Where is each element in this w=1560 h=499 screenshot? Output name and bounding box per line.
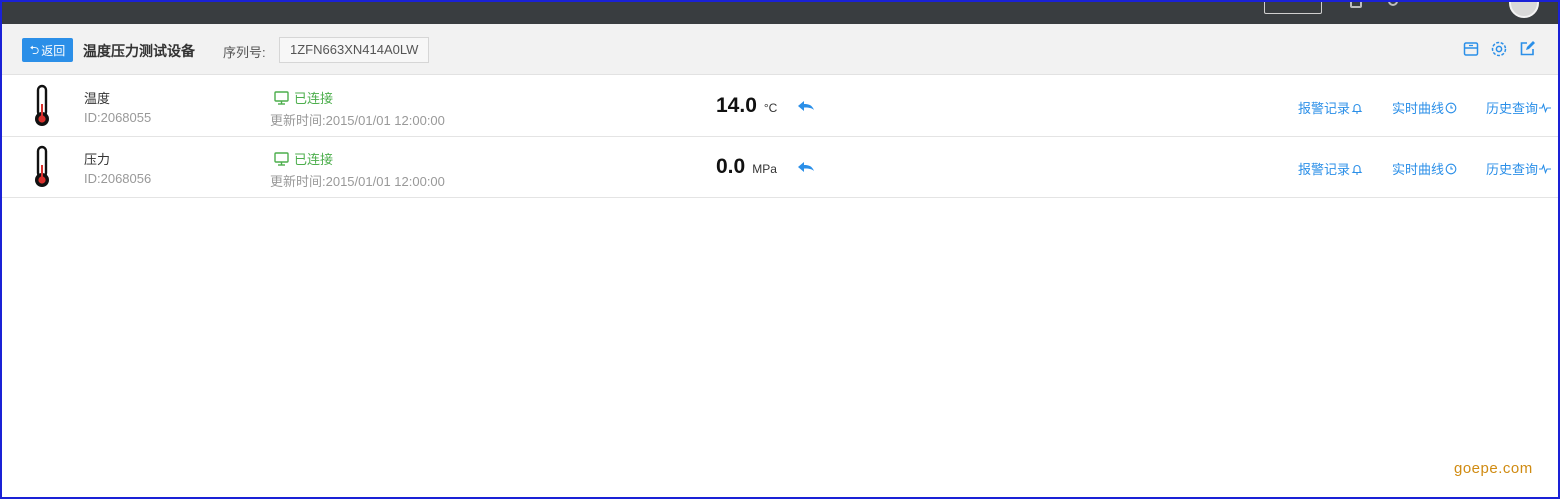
monitor-icon [274,90,289,105]
history-query-link[interactable]: 历史查询 [1486,159,1552,178]
bell-icon[interactable] [1350,2,1362,8]
device-header: ⮌ 返回 温度压力测试设备 序列号: 1ZFN663XN414A0LW [2,24,1558,75]
clock-icon [1445,163,1457,175]
bell-icon [1351,163,1363,175]
realtime-curve-link[interactable]: 实时曲线 [1392,159,1457,178]
reading-unit: MPa [752,162,777,176]
device-id: ID:2068055 [84,110,152,125]
thermometer-icon [30,84,54,128]
realtime-curve-label: 实时曲线 [1392,162,1445,177]
reading-value: 0.0 [716,155,746,178]
device-row: 温度 ID:2068055 已连接 更新时间:2015/01/01 12:00:… [2,76,1558,137]
back-button[interactable]: ⮌ 返回 [22,38,73,62]
alarm-record-label: 报警记录 [1298,162,1351,177]
serial-label: 序列号: [223,45,266,60]
app-window: ⮌ 返回 温度压力测试设备 序列号: 1ZFN663XN414A0LW 温度 I… [0,0,1560,499]
realtime-curve-label: 实时曲线 [1392,101,1445,116]
reply-arrow-icon[interactable] [797,100,815,112]
bell-icon [1351,102,1363,114]
reading-value: 14.0 [716,94,757,117]
reply-arrow-icon[interactable] [797,161,815,173]
history-query-label: 历史查询 [1486,101,1539,116]
watermark: goepe.com [1454,460,1533,477]
gear-icon[interactable] [1490,40,1508,58]
reading: 0.0 MPa [716,155,777,179]
history-query-label: 历史查询 [1486,162,1539,177]
monitor-icon [274,151,289,166]
history-query-link[interactable]: 历史查询 [1486,98,1552,117]
return-arrow-icon: ⮌ [29,43,40,57]
update-time: 更新时间:2015/01/01 12:00:00 [270,174,445,189]
back-button-label: 返回 [41,43,66,58]
pulse-icon [1539,163,1552,175]
update-time: 更新时间:2015/01/01 12:00:00 [270,113,445,128]
reading-unit: °C [763,101,778,115]
alarm-record-label: 报警记录 [1298,101,1351,116]
clock-icon [1445,102,1457,114]
help-icon[interactable] [1388,2,1398,6]
serial-value: 1ZFN663XN414A0LW [279,37,430,63]
device-row: 压力 ID:2068056 已连接 更新时间:2015/01/01 12:00:… [2,137,1558,198]
edit-icon[interactable] [1518,40,1536,58]
top-navbar [2,2,1558,24]
thermometer-icon [30,145,54,189]
status-label: 已连接 [294,91,334,106]
topbar-button[interactable] [1264,2,1322,14]
status-badge: 已连接 [274,149,333,168]
alarm-record-link[interactable]: 报警记录 [1298,98,1363,117]
device-name: 压力 [84,152,111,167]
storage-icon[interactable] [1462,40,1480,58]
realtime-curve-link[interactable]: 实时曲线 [1392,98,1457,117]
pulse-icon [1539,102,1552,114]
reading: 14.0 °C [716,94,777,118]
device-id: ID:2068056 [84,171,152,186]
avatar[interactable] [1509,2,1539,18]
alarm-record-link[interactable]: 报警记录 [1298,159,1363,178]
page-title: 温度压力测试设备 [83,43,195,59]
status-label: 已连接 [294,152,334,167]
status-badge: 已连接 [274,88,333,107]
device-name: 温度 [84,91,111,106]
